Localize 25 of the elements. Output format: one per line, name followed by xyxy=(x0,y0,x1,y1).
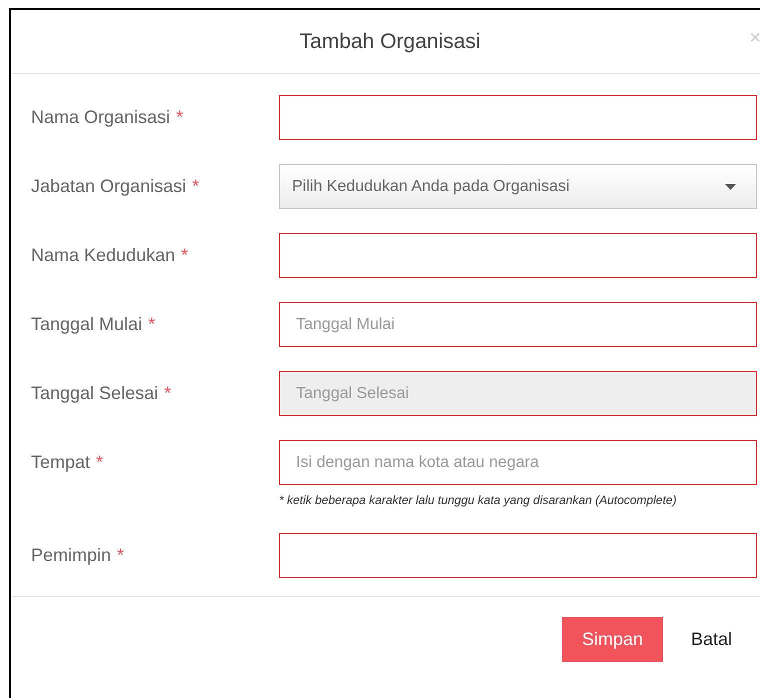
required-mark: * xyxy=(148,313,156,336)
field-label: Tanggal Selesai xyxy=(31,382,158,405)
field-label: Jabatan Organisasi xyxy=(31,175,186,198)
cancel-button[interactable]: Batal xyxy=(691,626,732,653)
required-mark: * xyxy=(192,175,200,198)
input-field[interactable]: Tanggal Mulai xyxy=(279,302,757,347)
input-field[interactable]: Isi dengan nama kota atau negara xyxy=(279,440,757,485)
required-mark: * xyxy=(164,382,172,405)
hint-text: * ketik beberapa karakter lalu tunggu kata yang disarankan (Autocomplete) xyxy=(279,492,678,509)
required-mark: * xyxy=(176,106,184,129)
required-mark: * xyxy=(181,244,188,267)
field-label: Tempat xyxy=(31,451,90,474)
field-label: Nama Kedudukan xyxy=(31,244,176,267)
input-field[interactable] xyxy=(279,533,757,578)
field-label: Nama Organisasi xyxy=(31,106,170,129)
required-mark: * xyxy=(117,544,124,567)
save-button[interactable]: Simpan xyxy=(562,617,663,662)
field-label: Pemimpin xyxy=(31,544,112,567)
required-mark: * xyxy=(96,451,104,474)
input-field[interactable] xyxy=(279,233,757,278)
select-field[interactable]: Pilih Kedudukan Anda pada Organisasi xyxy=(279,164,757,209)
caret-icon xyxy=(725,184,736,190)
dialog-title: Tambah Organisasi xyxy=(300,28,480,55)
field-label: Tanggal Mulai xyxy=(31,313,142,336)
input-field[interactable] xyxy=(279,95,757,140)
